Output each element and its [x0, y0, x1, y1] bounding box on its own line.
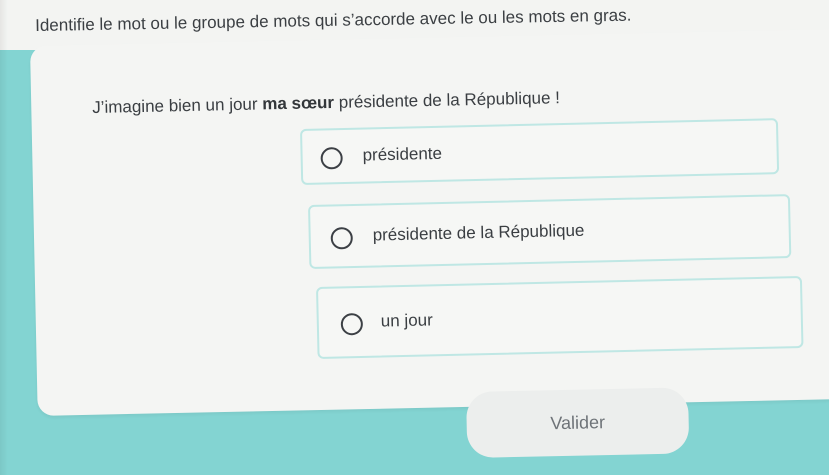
- radio-button-icon[interactable]: [340, 312, 364, 336]
- answer-option-label: présidente de la République: [372, 220, 585, 245]
- question-text-before: J’imagine bien un jour: [92, 94, 263, 117]
- radio-button-icon[interactable]: [320, 147, 343, 170]
- screen-edge-shadow: [0, 0, 8, 475]
- answer-option-2[interactable]: présidente de la République: [308, 194, 792, 269]
- radio-button-icon[interactable]: [330, 226, 354, 250]
- validate-button[interactable]: Valider: [466, 387, 690, 458]
- answer-option-label: un jour: [380, 310, 433, 331]
- answer-option-1[interactable]: présidente: [300, 118, 780, 185]
- validate-button-label: Valider: [550, 411, 606, 433]
- question-text-after: présidente de la République !: [333, 88, 561, 112]
- question-bold-words: ma sœur: [262, 92, 335, 114]
- answer-option-label: présidente: [362, 143, 443, 165]
- answer-option-3[interactable]: un jour: [316, 275, 804, 359]
